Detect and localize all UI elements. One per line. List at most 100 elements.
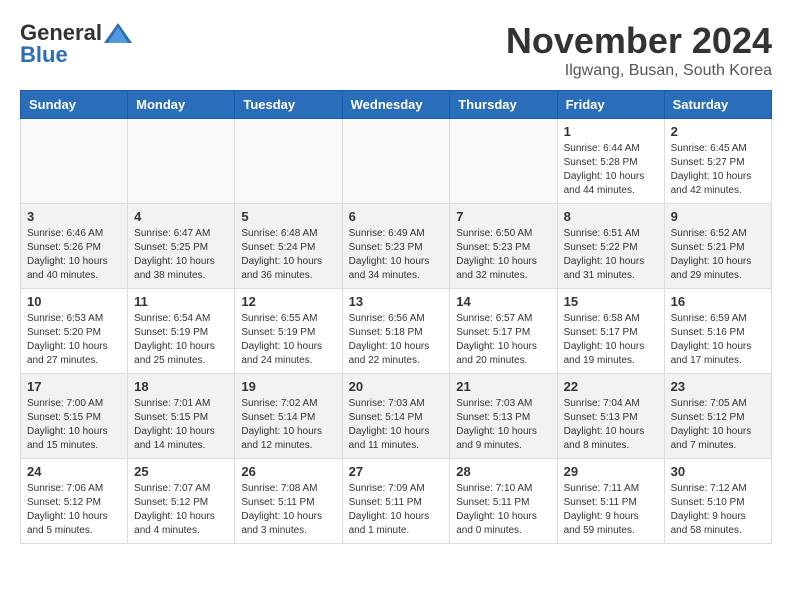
calendar-cell [450, 119, 557, 204]
calendar-header-monday: Monday [128, 91, 235, 119]
calendar-cell: 12 Sunrise: 6:55 AM Sunset: 5:19 PM Dayli… [235, 289, 342, 374]
day-number: 16 [671, 294, 765, 309]
logo: General Blue [20, 20, 132, 68]
calendar-cell: 16 Sunrise: 6:59 AM Sunset: 5:16 PM Dayli… [664, 289, 771, 374]
calendar-header-thursday: Thursday [450, 91, 557, 119]
day-info: Sunrise: 7:07 AM Sunset: 5:12 PM Dayligh… [134, 482, 228, 538]
calendar-cell: 3 Sunrise: 6:46 AM Sunset: 5:26 PM Daylig… [21, 204, 128, 289]
day-number: 13 [349, 294, 444, 309]
day-number: 21 [456, 379, 550, 394]
day-info: Sunrise: 7:09 AM Sunset: 5:11 PM Dayligh… [349, 482, 444, 538]
day-info: Sunrise: 6:46 AM Sunset: 5:26 PM Dayligh… [27, 227, 121, 283]
calendar-week-3: 10Sunrise: 6:53 AM Sunset: 5:20 PM Dayli… [21, 289, 772, 374]
calendar-cell: 11Sunrise: 6:54 AM Sunset: 5:19 PM Dayli… [128, 289, 235, 374]
day-number: 14 [456, 294, 550, 309]
calendar-cell: 13Sunrise: 6:56 AM Sunset: 5:18 PM Dayli… [342, 289, 450, 374]
calendar-cell: 30 Sunrise: 7:12 AM Sunset: 5:10 PM Dayli… [664, 459, 771, 544]
calendar-cell: 28Sunrise: 7:10 AM Sunset: 5:11 PM Dayli… [450, 459, 557, 544]
calendar-cell: 8Sunrise: 6:51 AM Sunset: 5:22 PM Daylig… [557, 204, 664, 289]
month-title: November 2024 [506, 20, 772, 62]
calendar-cell [342, 119, 450, 204]
day-number: 26 [241, 464, 335, 479]
day-number: 25 [134, 464, 228, 479]
title-block: November 2024 Ilgwang, Busan, South Kore… [506, 20, 772, 80]
day-info: Sunrise: 6:55 AM Sunset: 5:19 PM Dayligh… [241, 312, 335, 368]
logo-blue-text: Blue [20, 42, 68, 68]
calendar-week-4: 17 Sunrise: 7:00 AM Sunset: 5:15 PM Dayli… [21, 374, 772, 459]
day-info: Sunrise: 7:03 AM Sunset: 5:13 PM Dayligh… [456, 397, 550, 453]
day-info: Sunrise: 7:03 AM Sunset: 5:14 PM Dayligh… [349, 397, 444, 453]
calendar-cell: 6 Sunrise: 6:49 AM Sunset: 5:23 PM Daylig… [342, 204, 450, 289]
page-header: General Blue November 2024 Ilgwang, Busa… [20, 20, 772, 80]
day-info: Sunrise: 6:58 AM Sunset: 5:17 PM Dayligh… [564, 312, 658, 368]
calendar-cell: 29 Sunrise: 7:11 AM Sunset: 5:11 PM Dayli… [557, 459, 664, 544]
logo-icon [104, 23, 132, 43]
day-number: 20 [349, 379, 444, 394]
calendar-header-wednesday: Wednesday [342, 91, 450, 119]
calendar-cell [235, 119, 342, 204]
calendar-cell: 26Sunrise: 7:08 AM Sunset: 5:11 PM Dayli… [235, 459, 342, 544]
day-info: Sunrise: 6:52 AM Sunset: 5:21 PM Dayligh… [671, 227, 765, 283]
day-number: 18 [134, 379, 228, 394]
calendar-cell: 2Sunrise: 6:45 AM Sunset: 5:27 PM Daylig… [664, 119, 771, 204]
calendar-table: SundayMondayTuesdayWednesdayThursdayFrid… [20, 90, 772, 544]
calendar-header-friday: Friday [557, 91, 664, 119]
calendar-cell: 10Sunrise: 6:53 AM Sunset: 5:20 PM Dayli… [21, 289, 128, 374]
calendar-cell: 17 Sunrise: 7:00 AM Sunset: 5:15 PM Dayli… [21, 374, 128, 459]
day-number: 19 [241, 379, 335, 394]
day-info: Sunrise: 7:02 AM Sunset: 5:14 PM Dayligh… [241, 397, 335, 453]
day-info: Sunrise: 6:57 AM Sunset: 5:17 PM Dayligh… [456, 312, 550, 368]
calendar-cell: 9 Sunrise: 6:52 AM Sunset: 5:21 PM Daylig… [664, 204, 771, 289]
day-number: 29 [564, 464, 658, 479]
calendar-header-sunday: Sunday [21, 91, 128, 119]
day-info: Sunrise: 6:53 AM Sunset: 5:20 PM Dayligh… [27, 312, 121, 368]
day-info: Sunrise: 6:45 AM Sunset: 5:27 PM Dayligh… [671, 142, 765, 198]
day-info: Sunrise: 7:11 AM Sunset: 5:11 PM Dayligh… [564, 482, 658, 538]
day-number: 23 [671, 379, 765, 394]
day-info: Sunrise: 7:12 AM Sunset: 5:10 PM Dayligh… [671, 482, 765, 538]
day-info: Sunrise: 6:51 AM Sunset: 5:22 PM Dayligh… [564, 227, 658, 283]
calendar-header-tuesday: Tuesday [235, 91, 342, 119]
calendar-week-5: 24 Sunrise: 7:06 AM Sunset: 5:12 PM Dayli… [21, 459, 772, 544]
location: Ilgwang, Busan, South Korea [506, 62, 772, 80]
calendar-cell: 25 Sunrise: 7:07 AM Sunset: 5:12 PM Dayli… [128, 459, 235, 544]
day-info: Sunrise: 6:48 AM Sunset: 5:24 PM Dayligh… [241, 227, 335, 283]
day-number: 27 [349, 464, 444, 479]
day-number: 17 [27, 379, 121, 394]
calendar-cell: 21 Sunrise: 7:03 AM Sunset: 5:13 PM Dayli… [450, 374, 557, 459]
day-info: Sunrise: 7:00 AM Sunset: 5:15 PM Dayligh… [27, 397, 121, 453]
calendar-week-2: 3 Sunrise: 6:46 AM Sunset: 5:26 PM Daylig… [21, 204, 772, 289]
day-number: 6 [349, 209, 444, 224]
day-number: 3 [27, 209, 121, 224]
day-number: 4 [134, 209, 228, 224]
day-number: 24 [27, 464, 121, 479]
calendar-cell: 24 Sunrise: 7:06 AM Sunset: 5:12 PM Dayli… [21, 459, 128, 544]
day-number: 22 [564, 379, 658, 394]
day-number: 30 [671, 464, 765, 479]
calendar-cell: 4 Sunrise: 6:47 AM Sunset: 5:25 PM Daylig… [128, 204, 235, 289]
day-info: Sunrise: 6:50 AM Sunset: 5:23 PM Dayligh… [456, 227, 550, 283]
calendar-cell: 5 Sunrise: 6:48 AM Sunset: 5:24 PM Daylig… [235, 204, 342, 289]
calendar-cell: 18Sunrise: 7:01 AM Sunset: 5:15 PM Dayli… [128, 374, 235, 459]
calendar-cell: 22Sunrise: 7:04 AM Sunset: 5:13 PM Dayli… [557, 374, 664, 459]
calendar-header-row: SundayMondayTuesdayWednesdayThursdayFrid… [21, 91, 772, 119]
day-number: 12 [241, 294, 335, 309]
day-info: Sunrise: 7:10 AM Sunset: 5:11 PM Dayligh… [456, 482, 550, 538]
calendar-cell: 7Sunrise: 6:50 AM Sunset: 5:23 PM Daylig… [450, 204, 557, 289]
day-info: Sunrise: 7:06 AM Sunset: 5:12 PM Dayligh… [27, 482, 121, 538]
day-info: Sunrise: 6:49 AM Sunset: 5:23 PM Dayligh… [349, 227, 444, 283]
day-info: Sunrise: 6:47 AM Sunset: 5:25 PM Dayligh… [134, 227, 228, 283]
day-info: Sunrise: 6:44 AM Sunset: 5:28 PM Dayligh… [564, 142, 658, 198]
day-number: 9 [671, 209, 765, 224]
calendar-cell: 19 Sunrise: 7:02 AM Sunset: 5:14 PM Dayli… [235, 374, 342, 459]
calendar-cell: 1Sunrise: 6:44 AM Sunset: 5:28 PM Daylig… [557, 119, 664, 204]
day-number: 11 [134, 294, 228, 309]
calendar-cell: 27 Sunrise: 7:09 AM Sunset: 5:11 PM Dayli… [342, 459, 450, 544]
calendar-week-1: 1Sunrise: 6:44 AM Sunset: 5:28 PM Daylig… [21, 119, 772, 204]
calendar-cell: 20 Sunrise: 7:03 AM Sunset: 5:14 PM Dayli… [342, 374, 450, 459]
calendar-cell: 14 Sunrise: 6:57 AM Sunset: 5:17 PM Dayli… [450, 289, 557, 374]
day-number: 15 [564, 294, 658, 309]
calendar-cell [128, 119, 235, 204]
day-info: Sunrise: 6:59 AM Sunset: 5:16 PM Dayligh… [671, 312, 765, 368]
day-number: 5 [241, 209, 335, 224]
